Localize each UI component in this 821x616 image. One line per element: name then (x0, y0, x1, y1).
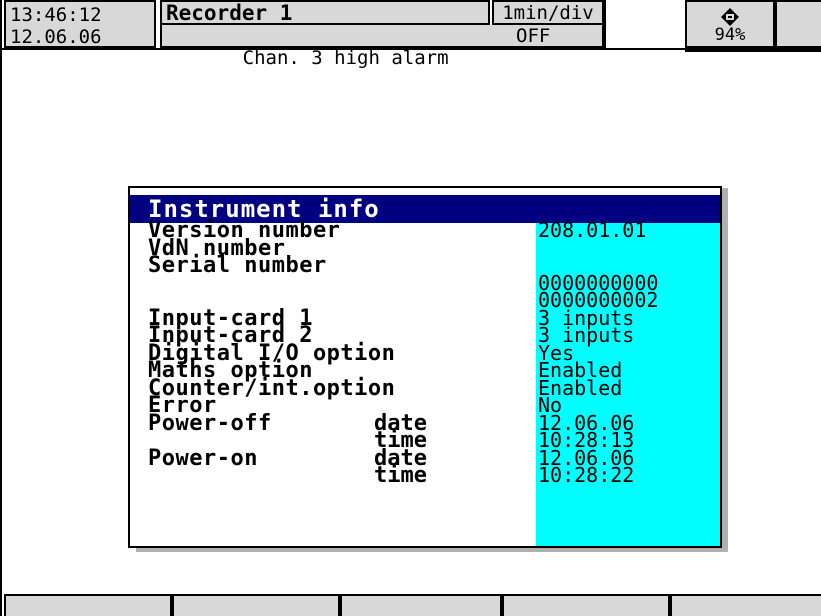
softkey-3[interactable] (340, 594, 502, 616)
chart-rate[interactable]: 1min/div (492, 0, 604, 25)
softkey-1[interactable] (4, 594, 172, 616)
softkey-bar (2, 594, 821, 616)
info-sublabel: time (374, 463, 427, 488)
current-time: 13:46:12 (10, 4, 102, 26)
info-row: Counter/int.option Enabled (130, 377, 720, 399)
softkey-4[interactable] (502, 594, 670, 616)
info-value: 208.01.01 (538, 218, 647, 242)
memory-card-status[interactable]: 94% (685, 0, 775, 48)
info-label: Serial number (148, 253, 327, 278)
header-separator (604, 0, 620, 50)
alarm-status-line: Chan. 3 high alarm OFF (160, 25, 604, 69)
status-header: 13:46:12 12.06.06 Recorder 1 1min/div Ch… (2, 0, 821, 69)
current-date: 12.06.06 (10, 26, 102, 48)
header-blank-field (775, 0, 821, 48)
cf-card-icon (721, 8, 739, 26)
recorder-title[interactable]: Recorder 1 (160, 0, 490, 25)
card-usage-percent: 94% (714, 25, 746, 45)
info-rows: Version number 208.01.01 VdN number Serial … (130, 218, 720, 488)
info-row: time 10:28:22 (130, 463, 720, 488)
header-divider-thick (685, 48, 821, 52)
info-label: Power-off (148, 410, 272, 436)
alarm-state: OFF (516, 25, 551, 47)
instrument-info-dialog: Instrument info Version number 208.01.01 V… (128, 186, 722, 548)
softkey-2[interactable] (172, 594, 340, 616)
info-label: Power-on (148, 445, 258, 471)
softkey-5[interactable] (670, 594, 821, 616)
info-value: 10:28:22 (538, 463, 635, 487)
recorder-screen: 13:46:12 12.06.06 Recorder 1 1min/div Ch… (0, 0, 821, 616)
alarm-message: Chan. 3 high alarm (242, 47, 449, 69)
clock-display: 13:46:12 12.06.06 (4, 0, 156, 48)
